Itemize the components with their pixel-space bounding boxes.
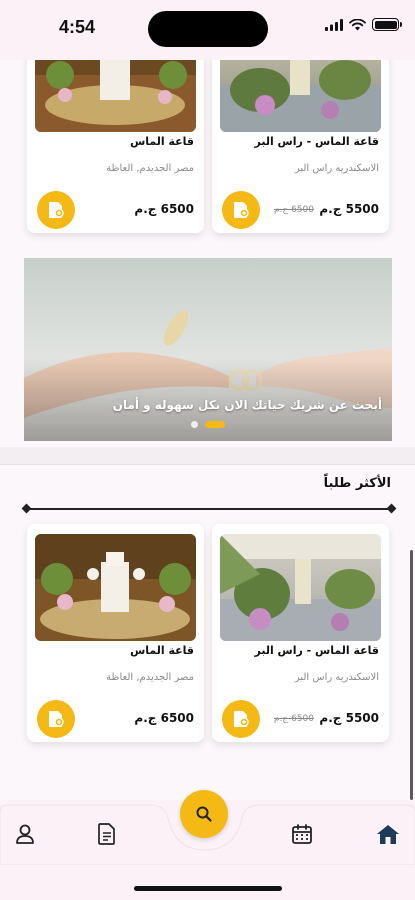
section-underline — [26, 508, 392, 510]
carousel-dot-active[interactable] — [205, 421, 225, 428]
venue-image — [220, 60, 381, 132]
venue-card[interactable]: قاعة الماس - راس البر الاسكندريه راس الب… — [212, 60, 389, 233]
banner-caption: أبحث عن شريك حياتك الان بكل سهوله و أمان — [112, 398, 382, 412]
booking-icon — [234, 711, 249, 727]
status-time: 4:54 — [59, 17, 96, 37]
wifi-icon — [349, 18, 366, 30]
signal-icon — [325, 18, 343, 31]
status-bar: 4:54 — [0, 0, 415, 60]
nav-home[interactable] — [376, 822, 400, 846]
venue-location: مصر الجديدم, العاظة — [106, 163, 194, 174]
underline-end-right — [386, 503, 397, 514]
venue-location: مصر الجديدم, العاظة — [106, 672, 194, 683]
promo-banner[interactable]: أبحث عن شريك حياتك الان بكل سهوله و أمان — [24, 258, 392, 441]
nav-documents[interactable] — [95, 822, 119, 846]
nav-profile[interactable] — [13, 822, 37, 846]
scrollbar[interactable] — [410, 550, 413, 800]
venue-image — [35, 60, 196, 132]
content-scroll[interactable]: قاعة الماس - راس البر الاسكندريه راس الب… — [0, 60, 415, 805]
venue-title: قاعة الماس - راس البر — [254, 644, 379, 657]
search-icon — [196, 806, 212, 822]
home-icon — [377, 825, 399, 844]
bottom-nav — [0, 790, 415, 900]
section-title: الأكثر طلباً — [323, 476, 391, 491]
person-icon — [16, 824, 34, 844]
venue-price: 5500 ج.م — [319, 711, 379, 725]
popular-venue-card[interactable]: قاعة الماس مصر الجديدم, العاظة 6500 ج.م — [27, 524, 204, 742]
venue-price: 6500 ج.م — [134, 711, 194, 725]
book-button[interactable] — [222, 700, 260, 738]
venue-title: قاعة الماس — [130, 644, 194, 657]
popular-venue-card[interactable]: قاعة الماس - راس البر الاسكندريه راس الب… — [212, 524, 389, 742]
venue-old-price: 6500 ج.م — [274, 205, 315, 215]
nav-calendar[interactable] — [290, 822, 314, 846]
booking-icon — [49, 202, 64, 218]
book-button[interactable] — [37, 191, 75, 229]
booking-icon — [234, 202, 249, 218]
banner-image — [24, 258, 392, 441]
section-divider — [0, 447, 415, 465]
venue-location: الاسكندريه راس البر — [294, 672, 379, 683]
book-button[interactable] — [37, 700, 75, 738]
document-icon — [98, 823, 115, 845]
venue-old-price: 6500 ج.م — [274, 714, 315, 724]
booking-icon — [49, 711, 64, 727]
venue-price: 5500 ج.م — [319, 202, 379, 216]
dynamic-island — [148, 11, 268, 47]
venue-price: 6500 ج.م — [134, 202, 194, 216]
book-button[interactable] — [222, 191, 260, 229]
venue-title: قاعة الماس - راس البر — [254, 135, 379, 148]
venue-title: قاعة الماس — [130, 135, 194, 148]
venue-image — [220, 534, 381, 641]
underline-end-left — [21, 503, 32, 514]
battery-icon — [372, 18, 402, 31]
home-indicator — [134, 886, 282, 891]
venue-image — [35, 534, 196, 641]
status-icons — [325, 18, 402, 31]
calendar-icon — [292, 824, 312, 844]
venue-location: الاسكندريه راس البر — [294, 163, 379, 174]
search-button[interactable] — [180, 790, 228, 838]
carousel-dot[interactable] — [191, 421, 198, 428]
venue-card[interactable]: قاعة الماس مصر الجديدم, العاظة 6500 ج.م — [27, 60, 204, 233]
